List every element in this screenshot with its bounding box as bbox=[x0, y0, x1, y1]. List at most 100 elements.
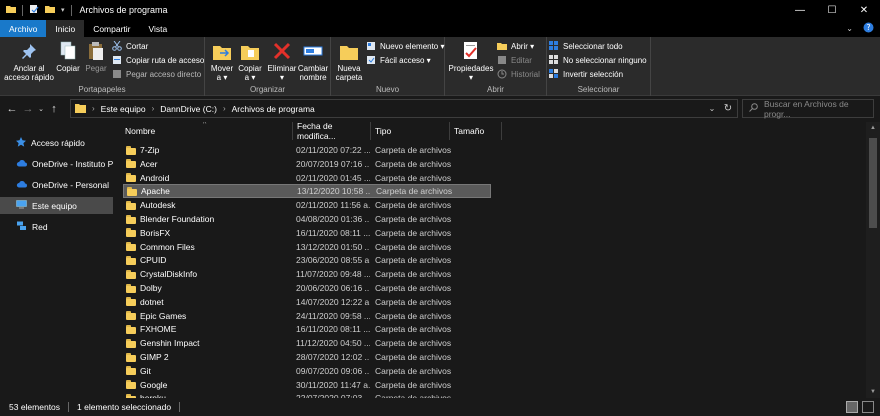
file-type: Carpeta de archivos bbox=[375, 379, 452, 390]
nav-item-este-equipo[interactable]: Este equipo bbox=[0, 197, 113, 214]
invert-selection-button[interactable]: Invertir selección bbox=[549, 69, 623, 79]
select-all-button[interactable]: Seleccionar todo bbox=[549, 41, 623, 51]
chevron-down-icon[interactable]: ⌄ bbox=[846, 24, 853, 33]
vertical-scrollbar[interactable]: ▲ ▼ bbox=[866, 122, 880, 398]
table-row[interactable]: FXHOME 16/11/2020 08:11 ... Carpeta de arc… bbox=[123, 322, 491, 336]
nav-item-red[interactable]: Red bbox=[0, 218, 113, 235]
details-view-button[interactable] bbox=[846, 401, 858, 413]
table-row[interactable]: Blender Foundation 04/08/2020 01:36 ... Ca… bbox=[123, 212, 491, 226]
file-date: 13/12/2020 01:50 ... bbox=[296, 241, 370, 252]
search-input[interactable]: Buscar en Archivos de progr... bbox=[742, 99, 874, 119]
chevron-down-icon[interactable]: ▾ bbox=[61, 6, 65, 14]
cut-button[interactable]: Cortar bbox=[112, 41, 148, 51]
copy-button[interactable]: Copiar bbox=[55, 40, 81, 73]
pin-quick-access-button[interactable]: Anclar al acceso rápido bbox=[4, 40, 54, 82]
help-icon[interactable]: ? bbox=[863, 22, 874, 35]
table-row[interactable]: Epic Games 24/11/2020 09:58 ... Carpeta de… bbox=[123, 309, 491, 323]
paste-button[interactable]: Pegar bbox=[83, 40, 109, 73]
scroll-up-icon[interactable]: ▲ bbox=[866, 122, 880, 134]
copy-path-button[interactable]: Copiar ruta de acceso bbox=[112, 55, 204, 65]
new-folder-button[interactable]: Nueva carpeta bbox=[334, 40, 364, 82]
history-button[interactable]: Historial bbox=[497, 69, 540, 79]
tab-vista[interactable]: Vista bbox=[140, 20, 177, 37]
file-date: 14/07/2020 12:22 a... bbox=[296, 296, 370, 307]
file-name-cell: Git bbox=[126, 366, 291, 376]
breadcrumb-este-equipo[interactable]: Este equipo bbox=[101, 104, 146, 114]
table-row[interactable]: Dolby 20/06/2020 06:16 ... Carpeta de arch… bbox=[123, 281, 491, 295]
table-row[interactable]: Acer 20/07/2019 07:16 ... Carpeta de archi… bbox=[123, 157, 491, 171]
item-count: 53 elementos bbox=[9, 402, 61, 412]
new-folder-icon[interactable] bbox=[45, 4, 55, 16]
table-row[interactable]: Git 09/07/2020 09:06 ... Carpeta de archiv… bbox=[123, 364, 491, 378]
table-row[interactable]: Android 02/11/2020 01:45 ... Carpeta de ar… bbox=[123, 171, 491, 185]
tab-inicio[interactable]: Inicio bbox=[46, 20, 85, 37]
nav-item-onedrive-instituto[interactable]: OneDrive - Instituto Pol bbox=[0, 155, 113, 172]
address-bar[interactable]: › Este equipo › DannDrive (C:) › Archivo… bbox=[70, 99, 738, 118]
move-to-button[interactable]: Mover a ▾ bbox=[208, 40, 236, 82]
nav-item-label: OneDrive - Instituto Pol bbox=[32, 158, 113, 169]
tab-archivo[interactable]: Archivo bbox=[0, 20, 47, 37]
easy-access-button[interactable]: Fácil acceso ▾ bbox=[366, 55, 431, 65]
file-name: Android bbox=[140, 172, 170, 183]
nav-item-acceso-rapido[interactable]: Acceso rápido bbox=[0, 134, 113, 151]
column-header-size[interactable]: Tamaño bbox=[450, 122, 502, 140]
table-row[interactable]: Common Files 13/12/2020 01:50 ... Carpeta … bbox=[123, 240, 491, 254]
new-item-icon bbox=[366, 41, 376, 51]
file-date: 30/11/2020 11:47 a... bbox=[296, 379, 370, 390]
back-button[interactable]: ← bbox=[4, 99, 20, 119]
move-label-line2: a ▾ bbox=[216, 73, 228, 82]
select-none-button[interactable]: No seleccionar ninguno bbox=[549, 55, 647, 65]
file-type: Carpeta de archivos bbox=[375, 172, 452, 183]
delete-button[interactable]: Eliminar ▾ bbox=[266, 40, 298, 82]
column-header-name[interactable]: Nombre bbox=[113, 122, 293, 140]
select-all-icon bbox=[549, 41, 559, 51]
properties-icon[interactable] bbox=[29, 4, 39, 16]
table-row[interactable]: BorisFX 16/11/2020 08:11 ... Carpeta de ar… bbox=[123, 226, 491, 240]
recent-locations-button[interactable]: ⌄ bbox=[36, 99, 46, 119]
scroll-down-icon[interactable]: ▼ bbox=[866, 386, 880, 398]
minimize-button[interactable]: — bbox=[784, 0, 816, 20]
refresh-icon[interactable]: ↻ bbox=[719, 103, 737, 114]
column-header-date[interactable]: Fecha de modifica... bbox=[293, 122, 371, 141]
table-row[interactable]: GIMP 2 28/07/2020 12:02 ... Carpeta de arc… bbox=[123, 350, 491, 364]
paste-shortcut-button[interactable]: Pegar acceso directo bbox=[112, 69, 201, 79]
file-name: Acer bbox=[140, 158, 158, 169]
close-button[interactable]: ✕ bbox=[848, 0, 880, 20]
file-list: ^ Nombre Fecha de modifica... Tipo Tamañ… bbox=[113, 122, 866, 398]
properties-icon bbox=[460, 40, 482, 62]
scrollbar-thumb[interactable] bbox=[869, 138, 877, 228]
tab-compartir[interactable]: Compartir bbox=[84, 20, 139, 37]
chevron-down-icon[interactable]: ⌄ bbox=[705, 104, 719, 113]
table-row[interactable]: dotnet 14/07/2020 12:22 a... Carpeta de ar… bbox=[123, 295, 491, 309]
open-label: Abrir ▾ bbox=[511, 41, 535, 51]
table-row[interactable]: CrystalDiskInfo 11/07/2020 09:48 ... Carpe… bbox=[123, 267, 491, 281]
cut-label: Cortar bbox=[126, 41, 149, 51]
file-date: 16/11/2020 08:11 ... bbox=[296, 324, 370, 335]
new-item-button[interactable]: Nuevo elemento ▾ bbox=[366, 41, 445, 51]
table-row[interactable]: Genshin Impact 11/12/2020 04:50 ... Carpet… bbox=[123, 336, 491, 350]
nav-item-onedrive-personal[interactable]: OneDrive - Personal bbox=[0, 176, 113, 193]
copy-folder-icon bbox=[239, 40, 261, 62]
breadcrumb-drive[interactable]: DannDrive (C:) bbox=[160, 104, 217, 114]
table-row[interactable]: 7-Zip 02/11/2020 07:22 ... Carpeta de arch… bbox=[123, 143, 491, 157]
table-row[interactable]: CPUID 23/06/2020 08:55 a... Carpeta de arc… bbox=[123, 253, 491, 267]
table-row[interactable]: Autodesk 02/11/2020 11:56 a... Carpeta de … bbox=[123, 198, 491, 212]
table-row[interactable]: Apache 13/12/2020 10:58 ... Carpeta de arc… bbox=[123, 184, 491, 199]
up-button[interactable]: ↑ bbox=[46, 99, 62, 119]
table-row[interactable]: Google 30/11/2020 11:47 a... Carpeta de ar… bbox=[123, 378, 491, 392]
large-icons-view-button[interactable] bbox=[862, 401, 874, 413]
table-row[interactable]: heroku22/07/2020 07:03 ...Carpeta de arc… bbox=[123, 391, 491, 398]
properties-button[interactable]: Propiedades ▾ bbox=[448, 40, 494, 82]
open-button[interactable]: Abrir ▾ bbox=[497, 41, 534, 51]
breadcrumb-current[interactable]: Archivos de programa bbox=[232, 104, 315, 114]
maximize-button[interactable]: ☐ bbox=[816, 0, 848, 20]
file-name-cell: GIMP 2 bbox=[126, 352, 291, 362]
copy-to-button[interactable]: Copiar a ▾ bbox=[236, 40, 264, 82]
file-name-cell: CrystalDiskInfo bbox=[126, 269, 291, 279]
forward-button[interactable]: → bbox=[20, 99, 36, 119]
rename-button[interactable]: Cambiar nombre bbox=[298, 40, 328, 82]
column-header-type[interactable]: Tipo bbox=[371, 122, 450, 140]
edit-button[interactable]: Editar bbox=[497, 55, 532, 65]
move-label-line1: Mover bbox=[210, 64, 234, 73]
group-label-nuevo: Nuevo bbox=[375, 85, 400, 94]
